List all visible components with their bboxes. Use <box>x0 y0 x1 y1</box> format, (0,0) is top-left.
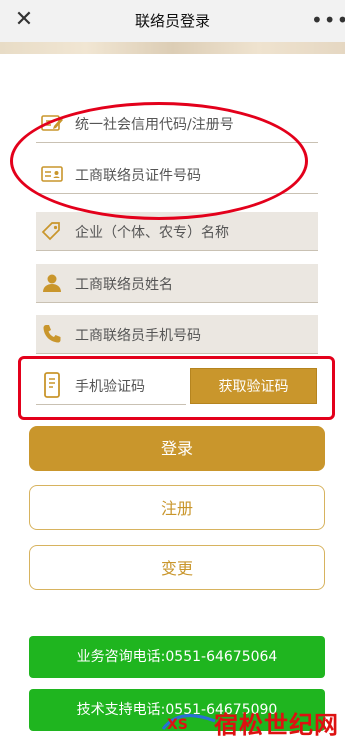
business-hotline-button[interactable]: 业务咨询电话:0551-64675064 <box>29 636 325 678</box>
person-icon <box>43 274 61 292</box>
register-button[interactable]: 注册 <box>29 485 325 530</box>
login-button[interactable]: 登录 <box>29 426 325 471</box>
tag-icon <box>41 222 60 241</box>
top-bar: ✕ 联络员登录 ••• <box>0 0 345 42</box>
contact-name-input[interactable]: 工商联络员姓名 <box>75 274 173 294</box>
header-banner <box>0 42 345 54</box>
company-name-input[interactable]: 企业（个体、农专）名称 <box>75 222 229 242</box>
annotation-oval <box>10 102 308 220</box>
contact-name-field[interactable]: 工商联络员姓名 <box>36 264 318 303</box>
phone-icon <box>43 325 61 343</box>
phone-input[interactable]: 工商联络员手机号码 <box>75 325 201 345</box>
watermark: XS 宿松世纪网 <box>159 703 339 739</box>
watermark-text: 宿松世纪网 <box>214 710 339 739</box>
more-icon[interactable]: ••• <box>311 8 345 32</box>
phone-field[interactable]: 工商联络员手机号码 <box>36 315 318 354</box>
svg-text:XS: XS <box>167 717 188 733</box>
change-button[interactable]: 变更 <box>29 545 325 590</box>
watermark-badge-icon: XS <box>161 714 216 733</box>
page-title: 联络员登录 <box>134 12 210 30</box>
annotation-box <box>18 356 335 420</box>
